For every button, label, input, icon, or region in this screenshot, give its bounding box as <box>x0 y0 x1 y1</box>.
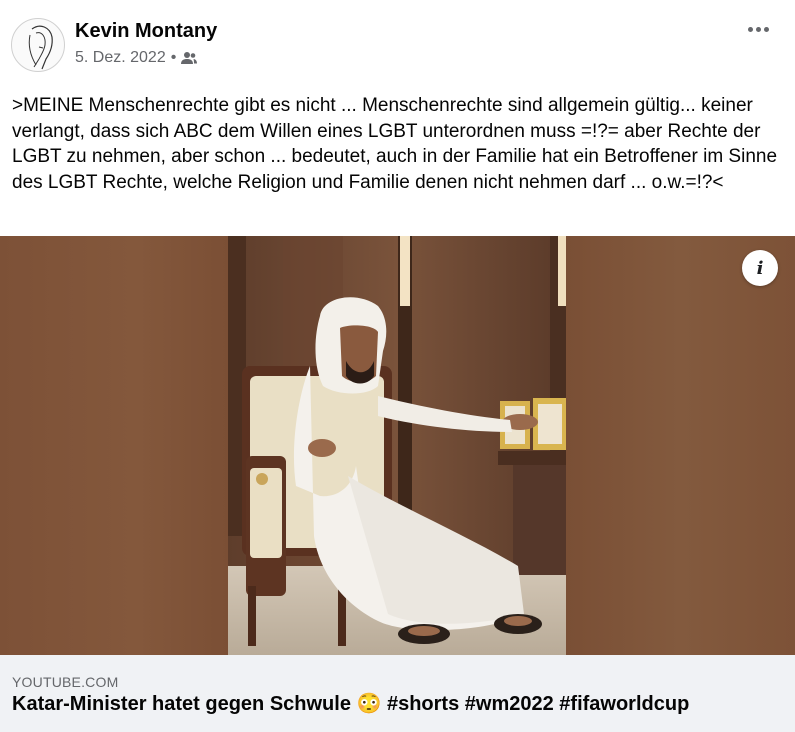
seated-man-image <box>228 236 566 655</box>
blurred-backdrop-right <box>566 236 795 655</box>
post-header: Kevin Montany 5. Dez. 2022 • <box>0 0 795 80</box>
blurred-backdrop-left <box>0 236 228 655</box>
post-meta: 5. Dez. 2022 • <box>75 49 198 67</box>
friends-icon <box>181 52 198 64</box>
more-dot-icon <box>747 26 753 32</box>
more-dot-icon <box>755 26 761 32</box>
link-domain: YOUTUBE.COM <box>12 674 119 690</box>
post-date[interactable]: 5. Dez. 2022 <box>75 49 166 67</box>
video-thumbnail[interactable]: i <box>0 236 795 655</box>
more-dot-icon <box>763 26 769 32</box>
meta-separator: • <box>170 49 177 66</box>
avatar-sketch-icon <box>28 25 53 70</box>
info-icon[interactable]: i <box>742 250 778 286</box>
author-avatar[interactable] <box>11 18 65 72</box>
more-options-button[interactable] <box>743 16 773 42</box>
video-frame <box>228 236 566 655</box>
link-title[interactable]: Katar-Minister hatet gegen Schwule 😳 #sh… <box>12 691 689 716</box>
link-preview[interactable]: YOUTUBE.COM Katar-Minister hatet gegen S… <box>0 655 795 732</box>
post-text: >MEINE Menschenrechte gibt es nicht ... … <box>12 95 778 193</box>
author-name[interactable]: Kevin Montany <box>75 20 217 43</box>
